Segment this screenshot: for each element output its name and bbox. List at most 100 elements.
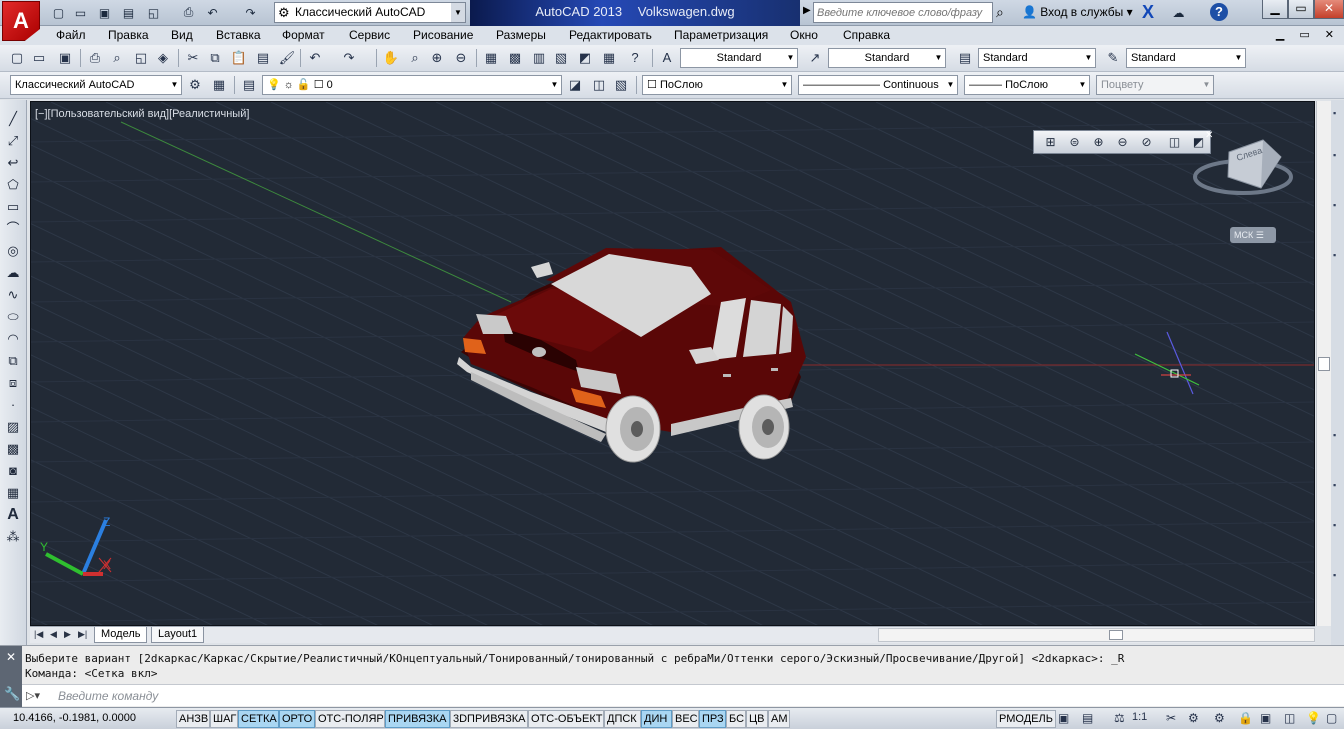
workspace-selector[interactable]: ⚙ Классический AutoCAD ▼ (274, 2, 466, 23)
menu-edit[interactable]: Правка (108, 28, 149, 42)
clean-screen-icon[interactable]: ▢ (1326, 711, 1337, 725)
zoom-realtime-icon[interactable]: ⌕ (406, 49, 424, 67)
tool-icon[interactable]: ▪ (1333, 570, 1336, 580)
color-select[interactable]: ☐ ПоСлою ▼ (642, 75, 792, 95)
linetype-select[interactable]: ——————— Continuous ▼ (798, 75, 958, 95)
steering-wheel-icon[interactable]: ⊞ (1042, 134, 1059, 151)
make-current-icon[interactable]: ◪ (566, 76, 584, 94)
drawing-viewport[interactable]: [−][Пользовательский вид][Реалистичный] … (30, 101, 1315, 626)
tool-palettes-icon[interactable]: ▥ (530, 49, 548, 67)
continuous-orbit-icon[interactable]: ⊖ (1114, 134, 1131, 151)
status-toggle-5[interactable]: ПРИВЯЗКА (385, 710, 450, 728)
tool-icon[interactable]: ▪ (1333, 480, 1336, 490)
hardware-acceleration-icon[interactable]: ▣ (1260, 711, 1271, 725)
status-toggle-12[interactable]: БС (726, 710, 746, 728)
dim-style-select[interactable]: Standard ▼ (828, 48, 946, 68)
open-file-icon[interactable]: ▭ (72, 4, 89, 21)
workspace-switch-icon[interactable]: ⚙ (1214, 711, 1225, 725)
tool-icon[interactable]: ▪ (1333, 430, 1336, 440)
dim-style-icon[interactable]: ↗ (806, 49, 824, 67)
match-properties-icon[interactable]: 🖌 (278, 49, 296, 67)
polygon-icon[interactable]: ⬠ (4, 176, 22, 194)
layer-manager-icon[interactable]: ▤ (240, 76, 258, 94)
open-icon[interactable]: ▭ (30, 49, 48, 67)
save-as-icon[interactable]: ▤ (120, 4, 137, 21)
line-icon[interactable]: ╱ (4, 110, 22, 128)
no-shade-icon[interactable]: ⊘ (1138, 134, 1155, 151)
hatch-icon[interactable]: ▨ (4, 418, 22, 436)
layer-previous-icon[interactable]: ◫ (590, 76, 608, 94)
save-icon[interactable]: ▣ (56, 49, 74, 67)
menu-file[interactable]: Файл (56, 28, 86, 42)
gradient-icon[interactable]: ▩ (4, 440, 22, 458)
last-tab-icon[interactable]: ▶| (78, 629, 87, 640)
construction-line-icon[interactable]: ⤢ (4, 132, 22, 150)
tool-icon[interactable]: ▪ (1333, 108, 1336, 118)
menu-window[interactable]: Окно (790, 28, 818, 42)
redo-icon[interactable]: ↷ (242, 4, 259, 21)
annotation-scale-icon[interactable]: ⚖ (1114, 711, 1125, 725)
command-input[interactable]: Введите команду (58, 689, 158, 703)
plot-icon[interactable]: ⎙ (86, 49, 104, 67)
ellipse-icon[interactable]: ⬭ (4, 308, 22, 326)
menu-format[interactable]: Формат (282, 28, 325, 42)
close-icon[interactable]: ✕ (6, 650, 16, 664)
menu-dimension[interactable]: Размеры (496, 28, 546, 42)
mdi-controls[interactable]: ▁ ▭ ✕ (1276, 28, 1340, 41)
command-input-row[interactable]: ▷▾ Введите команду (22, 684, 1344, 706)
text-style-select[interactable]: Standard ▼ (680, 48, 798, 68)
next-tab-icon[interactable]: ▶ (64, 629, 71, 640)
zoom-window-icon[interactable]: ⊕ (428, 49, 446, 67)
menu-tools[interactable]: Сервис (349, 28, 390, 42)
annotation-scale-value[interactable]: 1:1 (1132, 711, 1147, 723)
search-input[interactable] (813, 2, 993, 23)
preview-icon[interactable]: ⌕ (108, 49, 126, 67)
tab-layout1[interactable]: Layout1 (151, 627, 205, 643)
quick-view-drawings-icon[interactable]: ▤ (1082, 711, 1093, 725)
circle-icon[interactable]: ◎ (4, 242, 22, 260)
redo-icon[interactable]: ↷ (340, 49, 358, 67)
menu-parametric[interactable]: Параметризация (674, 28, 768, 42)
polyline-icon[interactable]: ↩ (4, 154, 22, 172)
mtext-icon[interactable]: A (4, 506, 22, 524)
point-icon[interactable]: · (4, 396, 22, 414)
table-style-icon[interactable]: ▤ (956, 49, 974, 67)
properties-icon[interactable]: ▦ (482, 49, 500, 67)
mleader-style-select[interactable]: Standard ▼ (1126, 48, 1246, 68)
ellipse-arc-icon[interactable]: ◠ (4, 330, 22, 348)
horizontal-scrollbar[interactable] (878, 628, 1315, 642)
menu-modify[interactable]: Редактировать (569, 28, 652, 42)
chevron-right-icon[interactable]: ▶ (803, 5, 811, 16)
wrench-icon[interactable]: 🔧 (4, 686, 20, 702)
close-button[interactable]: ✕ (1314, 0, 1344, 19)
scrollbar-thumb[interactable] (1318, 357, 1330, 371)
menu-help[interactable]: Справка (843, 28, 890, 42)
revision-cloud-icon[interactable]: ☁ (4, 264, 22, 282)
auto-scale-icon[interactable]: ⚙ (1188, 711, 1199, 725)
status-toggle-8[interactable]: ДПСК (604, 710, 641, 728)
status-toggle-13[interactable]: ЦВ (746, 710, 768, 728)
command-prompt-icon[interactable]: ▷▾ (26, 689, 40, 702)
design-center-icon[interactable]: ▩ (506, 49, 524, 67)
help-icon[interactable]: ? (626, 49, 644, 67)
cut-icon[interactable]: ✂ (184, 49, 202, 67)
undo-icon[interactable]: ↶ (306, 49, 324, 67)
status-toggle-0[interactable]: АНЗВ (176, 710, 210, 728)
layer-select[interactable]: 💡 ☼ 🔓 ☐ 0 ▼ (262, 75, 562, 95)
lightbulb-icon[interactable]: 💡 (1306, 711, 1321, 725)
tool-icon[interactable]: ▪ (1333, 250, 1336, 260)
paste-block-icon[interactable]: ▤ (254, 49, 272, 67)
free-orbit-icon[interactable]: ⊕ (1090, 134, 1107, 151)
undo-icon[interactable]: ↶ (204, 4, 221, 21)
menu-insert[interactable]: Вставка (216, 28, 261, 42)
model-space-button[interactable]: РМОДЕЛЬ (996, 710, 1056, 728)
tool-icon[interactable]: ▪ (1333, 200, 1336, 210)
status-toggle-2[interactable]: СЕТКА (238, 710, 279, 728)
close-icon[interactable]: ✕ (1205, 130, 1213, 141)
table-icon[interactable]: ▦ (4, 484, 22, 502)
annotation-visibility-icon[interactable]: ✂ (1166, 711, 1176, 725)
prev-tab-icon[interactable]: ◀ (50, 629, 57, 640)
text-style-icon[interactable]: A (658, 49, 676, 67)
login-button[interactable]: 👤 Вход в службы ▾ (1022, 5, 1133, 19)
new-file-icon[interactable]: ▢ (50, 4, 67, 21)
